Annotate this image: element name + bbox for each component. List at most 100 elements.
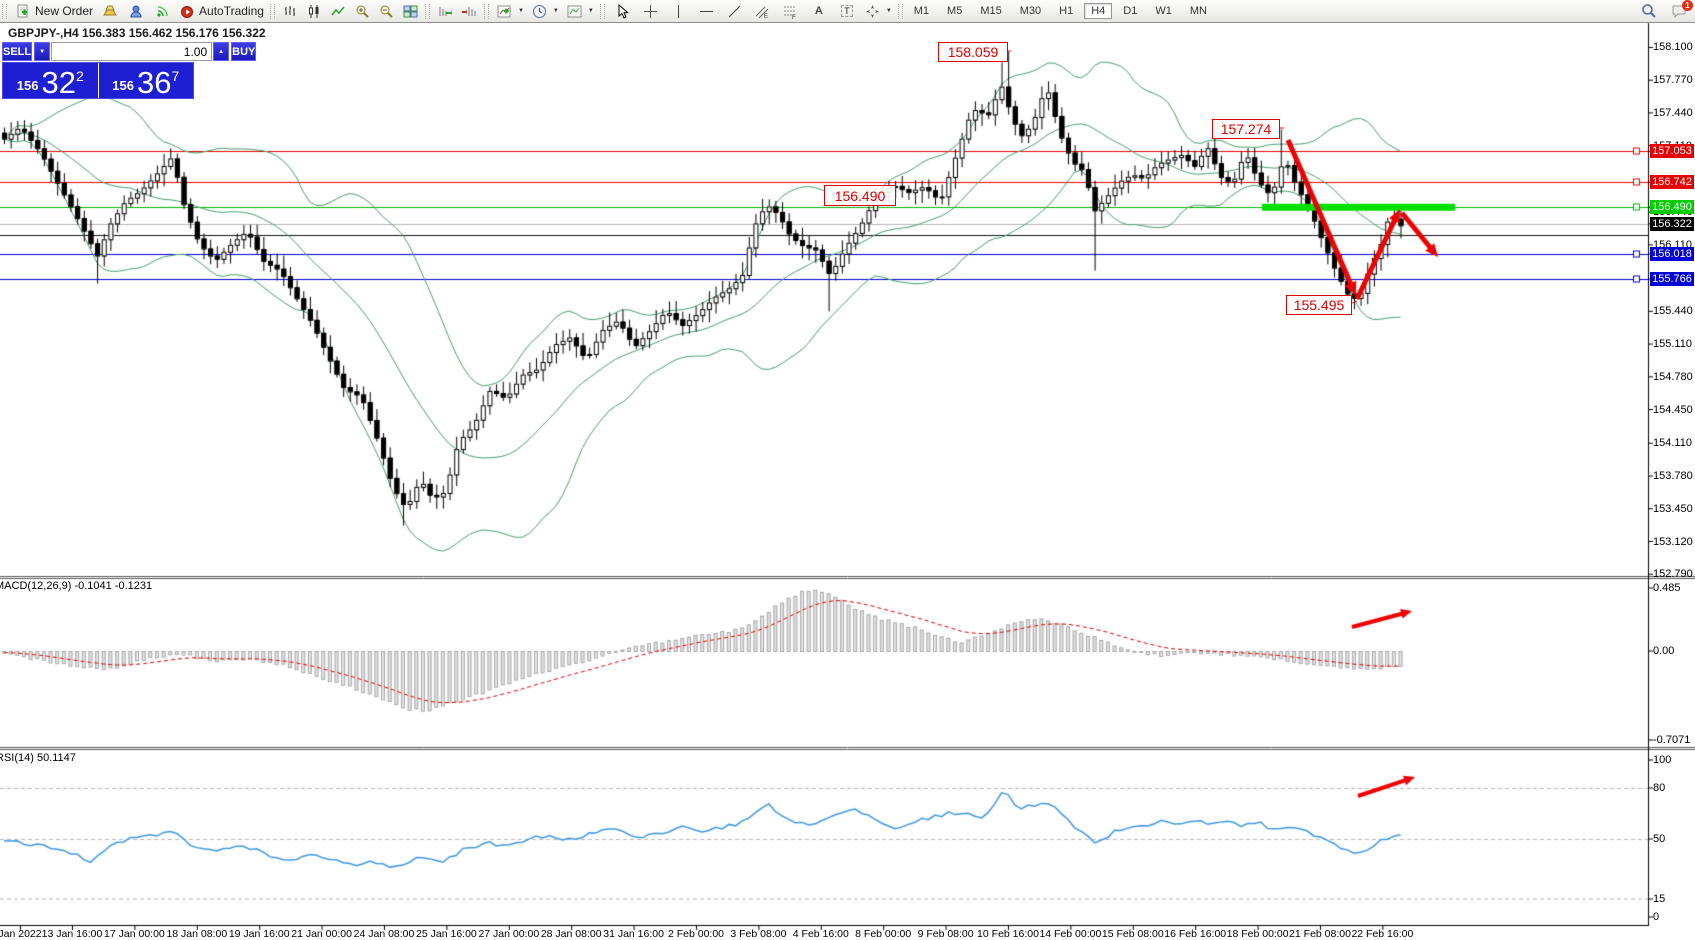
price-axis-tick: 157.770	[1653, 74, 1693, 86]
add-indicator-icon	[497, 3, 513, 19]
dropdown-caret: ▼	[588, 8, 594, 14]
tf-button-mn[interactable]: MN	[1183, 3, 1214, 19]
one-click-trading-panel: SELL ▼ ▲ BUY 156 32 2 156 36 7	[2, 42, 194, 99]
tf-button-h4[interactable]: H4	[1084, 3, 1112, 19]
svg-text:E: E	[764, 14, 768, 19]
time-axis-label: 21 Jan 00:00	[291, 928, 352, 940]
toolbar-grip[interactable]	[600, 4, 605, 19]
line-chart-icon[interactable]	[331, 3, 347, 19]
toolbar-grip[interactable]	[425, 4, 430, 19]
time-axis-label: Jan 2022	[0, 928, 42, 940]
timeframe-group: M1M5M15 M30H1H4D1W1MN	[907, 3, 1214, 19]
time-axis-label: 10 Feb 16:00	[977, 928, 1039, 940]
buy-price-display[interactable]: 156 36 7	[99, 63, 194, 98]
tf-button-m15[interactable]: M15	[973, 3, 1008, 19]
candlestick-chart-icon[interactable]	[307, 3, 323, 19]
sell-price-big: 32	[41, 68, 75, 97]
template-icon	[567, 3, 583, 19]
volume-up-button[interactable]: ▲	[213, 42, 229, 61]
chart-canvas[interactable]	[0, 0, 1695, 940]
tf-button-d1[interactable]: D1	[1116, 3, 1144, 19]
price-axis-tick: 153.120	[1653, 536, 1693, 548]
label-tool-icon[interactable]: T	[839, 3, 855, 19]
gold-bars-icon[interactable]	[102, 3, 118, 19]
bar-chart-icon[interactable]	[283, 3, 299, 19]
buy-button[interactable]: BUY	[231, 42, 256, 61]
text-tool-icon[interactable]: A	[811, 3, 827, 19]
chart-ohlc-info: GBPJPY-,H4 156.383 156.462 156.176 156.3…	[8, 26, 266, 40]
tf-button-m5[interactable]: M5	[940, 3, 969, 19]
annotation-mid-156490[interactable]: 156.490	[824, 185, 896, 206]
sell-button[interactable]: SELL	[2, 42, 32, 61]
macd-axis-tick: -0.7071	[1653, 734, 1690, 746]
annotation-low-155495[interactable]: 155.495	[1286, 295, 1352, 315]
time-axis-label: 3 Feb 08:00	[730, 928, 786, 940]
toolbar-right-group: 1	[1641, 0, 1687, 22]
toolbar-grip[interactable]	[270, 4, 275, 19]
autotrading-icon	[179, 3, 195, 19]
shapes-button[interactable]: ▼	[861, 1, 896, 21]
price-axis-tick: 154.110	[1653, 437, 1692, 449]
tf-button-m1[interactable]: M1	[907, 3, 936, 19]
time-axis-label: 8 Feb 00:00	[855, 928, 911, 940]
horizontal-line-tool-icon[interactable]	[699, 3, 715, 19]
time-axis-label: 22 Feb 16:00	[1351, 928, 1413, 940]
tf-button-w1[interactable]: W1	[1148, 3, 1179, 19]
price-axis-tick: 153.450	[1653, 503, 1693, 515]
price-axis-tick: 158.100	[1653, 41, 1693, 53]
tf-button-m30[interactable]: M30	[1013, 3, 1048, 19]
toolbar-grip[interactable]	[484, 4, 489, 19]
sell-price-display[interactable]: 156 32 2	[3, 63, 99, 98]
channel-tool-icon[interactable]: E	[755, 3, 771, 19]
price-tag-156.490: 156.490	[1650, 200, 1694, 214]
cursor-icon[interactable]	[615, 3, 631, 19]
price-axis-tick: 157.440	[1653, 107, 1693, 119]
volume-down-button[interactable]: ▼	[34, 42, 50, 61]
chat-icon[interactable]: 1	[1671, 3, 1687, 19]
buy-price-small: 156	[112, 78, 134, 93]
periods-button[interactable]: ▼	[528, 1, 563, 21]
price-axis-tick: 155.440	[1653, 305, 1693, 317]
macd-axis-tick: 0.00	[1653, 645, 1674, 657]
price-tag-156.018: 156.018	[1650, 247, 1694, 261]
buy-price-big: 36	[137, 68, 171, 97]
label-tool-letter: T	[841, 5, 853, 17]
time-axis-label: 15 Feb 08:00	[1102, 928, 1164, 940]
signals-icon[interactable]	[154, 3, 170, 19]
fibonacci-tool-icon[interactable]: F	[783, 3, 799, 19]
crosshair-icon[interactable]	[643, 3, 659, 19]
time-axis-label: 19 Jan 16:00	[229, 928, 290, 940]
auto-scroll-icon[interactable]	[438, 3, 454, 19]
annotation-high-158059[interactable]: 158.059	[938, 42, 1008, 62]
vertical-line-tool-icon[interactable]	[671, 3, 687, 19]
rsi-indicator-label: RSI(14) 50.1147	[0, 752, 76, 764]
new-order-button[interactable]: New Order	[11, 1, 97, 21]
annotation-spike-157274[interactable]: 157.274	[1212, 119, 1280, 139]
volume-input[interactable]	[51, 42, 212, 61]
buy-price-sup: 7	[171, 68, 179, 84]
zoom-in-icon[interactable]	[355, 3, 371, 19]
time-axis-label: 24 Jan 08:00	[354, 928, 415, 940]
tf-button-h1[interactable]: H1	[1052, 3, 1080, 19]
expert-advisors-icon[interactable]	[128, 3, 144, 19]
dropdown-caret: ▼	[553, 8, 559, 14]
time-axis-label: 18 Jan 08:00	[166, 928, 227, 940]
toolbar-grip[interactable]	[898, 4, 903, 19]
clock-icon	[532, 3, 548, 19]
rsi-axis-tick: 0	[1653, 911, 1659, 923]
macd-axis-tick: 0.485	[1653, 582, 1681, 594]
toolbar-grip[interactable]	[2, 4, 7, 19]
templates-button[interactable]: ▼	[563, 1, 598, 21]
trendline-tool-icon[interactable]	[727, 3, 743, 19]
dropdown-caret: ▼	[886, 8, 892, 14]
time-axis-label: 13 Jan 16:00	[42, 928, 103, 940]
search-icon[interactable]	[1641, 3, 1657, 19]
price-axis-tick: 155.110	[1653, 338, 1692, 350]
tile-windows-icon[interactable]	[403, 3, 419, 19]
zoom-out-icon[interactable]	[379, 3, 395, 19]
autotrading-button[interactable]: AutoTrading	[175, 1, 268, 21]
autotrading-label: AutoTrading	[199, 4, 264, 18]
chart-shift-icon[interactable]	[462, 3, 478, 19]
add-indicator-button[interactable]: ▼	[493, 1, 528, 21]
time-axis-label: 4 Feb 16:00	[793, 928, 849, 940]
